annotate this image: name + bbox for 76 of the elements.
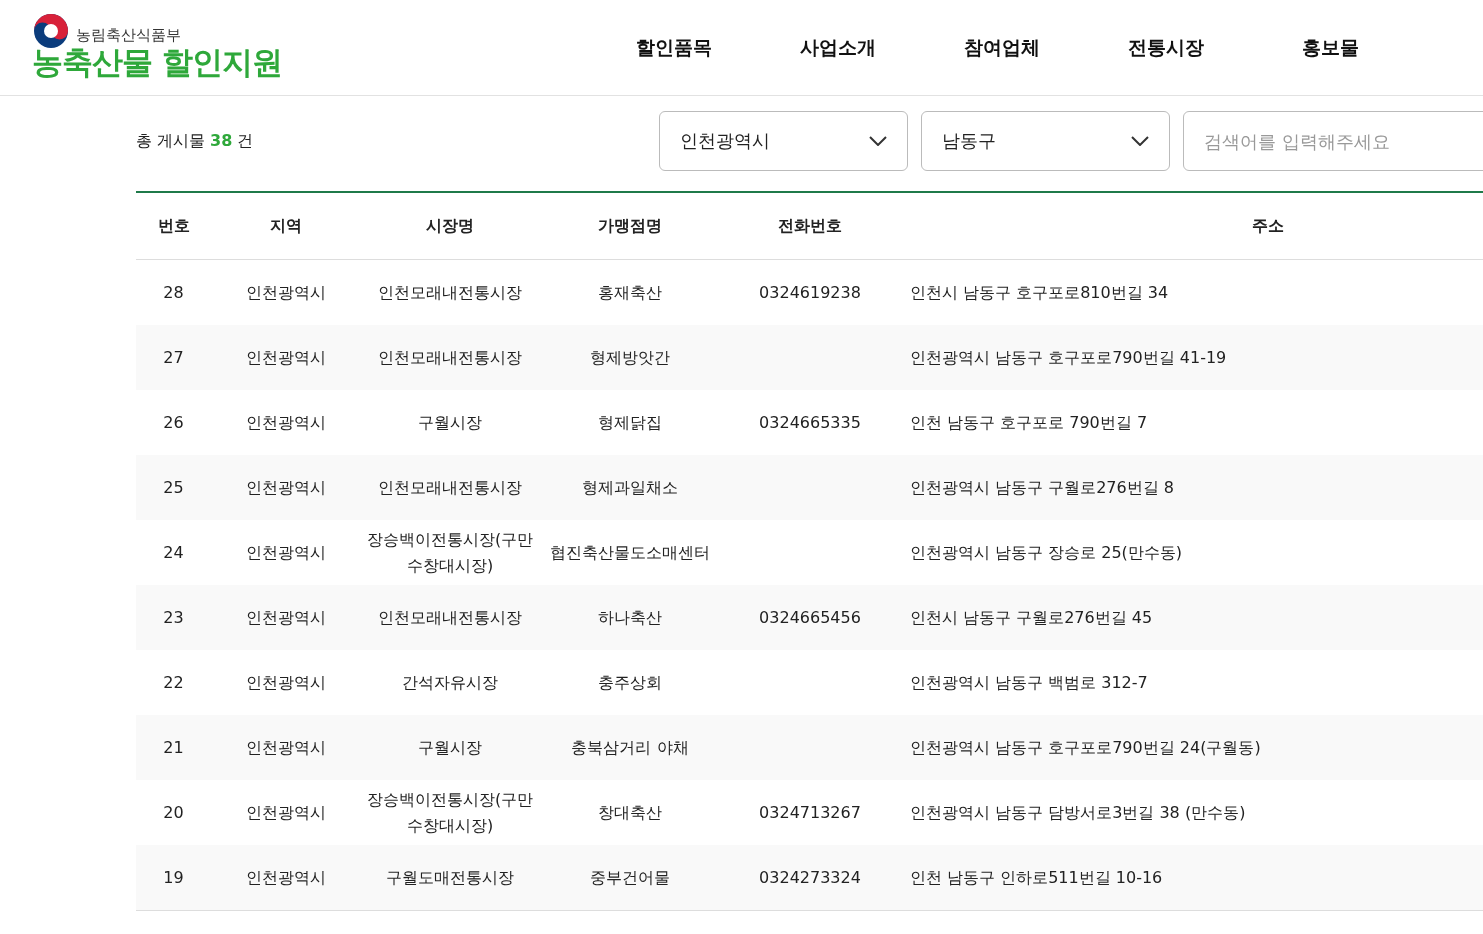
chevron-down-icon	[1131, 136, 1149, 146]
table-cell: 인천광역시	[245, 867, 326, 887]
table-cell: 장승백이전통시장(구만수창대시장)	[366, 529, 534, 575]
column-header: 번호	[136, 192, 211, 260]
nav-item[interactable]: 할인품목	[592, 34, 756, 61]
table-cell: 인천광역시	[245, 672, 326, 692]
table-cell: 구월시장	[418, 737, 482, 757]
table-cell: 0324619238	[759, 282, 861, 302]
table-cell: 23	[163, 607, 184, 627]
nav-item[interactable]: 홍보물	[1248, 34, 1412, 61]
table-cell: 인천광역시 남동구 담방서로3번길 38 (만수동)	[910, 802, 1246, 822]
table-cell: 인천광역시	[245, 282, 326, 302]
table-cell: 인천광역시 남동구 호구포로790번길 41-19	[910, 347, 1227, 367]
table-cell: 간석자유시장	[402, 672, 498, 692]
table-cell: 25	[163, 477, 184, 497]
table-cell: 26	[163, 412, 184, 432]
table-cell: 인천모래내전통시장	[378, 347, 522, 367]
table-cell: 협진축산물도소매센터	[550, 542, 710, 562]
table-cell: 장승백이전통시장(구만수창대시장)	[366, 789, 534, 835]
table-cell: 인천시 남동구 구월로276번길 45	[910, 607, 1153, 627]
table-cell: 20	[163, 802, 184, 822]
table-cell: 충주상회	[598, 672, 662, 692]
table-cell: 인천모래내전통시장	[378, 477, 522, 497]
nav-item[interactable]: 사업소개	[756, 34, 920, 61]
column-header: 지역	[211, 192, 360, 260]
table-cell: 형제과일채소	[582, 477, 678, 497]
table-cell: 인천 남동구 호구포로 790번길 7	[910, 412, 1148, 432]
column-header: 가맹점명	[540, 192, 720, 260]
nav-item[interactable]: 참여업체	[920, 34, 1084, 61]
total-unit: 건	[237, 130, 254, 152]
table-cell: 충북삼거리 야채	[571, 737, 689, 757]
table-cell: 24	[163, 542, 184, 562]
table-cell: 0324665456	[759, 607, 861, 627]
table-cell: 홍재축산	[598, 282, 662, 302]
table-cell: 형제닭집	[598, 412, 662, 432]
table-cell: 인천광역시	[245, 607, 326, 627]
table-cell: 인천광역시	[245, 542, 326, 562]
table-cell: 0324713267	[759, 802, 861, 822]
table-cell: 인천모래내전통시장	[378, 282, 522, 302]
table-cell: 21	[163, 737, 184, 757]
table-cell: 창대축산	[598, 802, 662, 822]
filter-select[interactable]: 인천광역시	[659, 111, 908, 171]
table-cell: 인천광역시 남동구 구월로276번길 8	[910, 477, 1174, 497]
table-cell: 인천광역시	[245, 412, 326, 432]
table-cell: 형제방앗간	[590, 347, 670, 367]
table-cell: 하나축산	[598, 607, 662, 627]
column-header: 전화번호	[720, 192, 900, 260]
table-cell: 인천광역시	[245, 347, 326, 367]
table-cell: 인천광역시 남동구 백범로 312-7	[910, 672, 1148, 692]
table-cell: 0324665335	[759, 412, 861, 432]
table-cell: 구월시장	[418, 412, 482, 432]
column-header: 시장명	[360, 192, 540, 260]
column-header: 주소	[900, 192, 1483, 260]
ministry-name: 농림축산식품부	[76, 26, 181, 45]
taegeuk-logo-icon	[32, 11, 70, 50]
table-cell: 인천모래내전통시장	[378, 607, 522, 627]
table-cell: 27	[163, 347, 184, 367]
total-count: 38	[210, 130, 233, 152]
table-cell: 인천광역시	[245, 737, 326, 757]
table-cell: 0324273324	[759, 867, 861, 887]
table-cell: 중부건어물	[590, 867, 670, 887]
table-cell: 인천광역시	[245, 477, 326, 497]
filter-select[interactable]: 남동구	[921, 111, 1170, 171]
table-cell: 인천광역시 남동구 장승로 25(만수동)	[910, 542, 1183, 562]
chevron-down-icon	[869, 136, 887, 146]
table-cell: 인천광역시	[245, 802, 326, 822]
table-cell: 22	[163, 672, 184, 692]
table-cell: 28	[163, 282, 184, 302]
table-cell: 인천시 남동구 호구포로810번길 34	[910, 282, 1169, 302]
nav-item[interactable]: 전통시장	[1084, 34, 1248, 61]
table-cell: 19	[163, 867, 184, 887]
total-label: 총 게시물	[136, 130, 206, 152]
table-cell: 구월도매전통시장	[386, 867, 514, 887]
table-cell: 인천 남동구 인하로511번길 10-16	[910, 867, 1163, 887]
table-cell: 인천광역시 남동구 호구포로790번길 24(구월동)	[910, 737, 1261, 757]
search-field[interactable]: 검색어를 입력해주세요	[1183, 111, 1483, 171]
